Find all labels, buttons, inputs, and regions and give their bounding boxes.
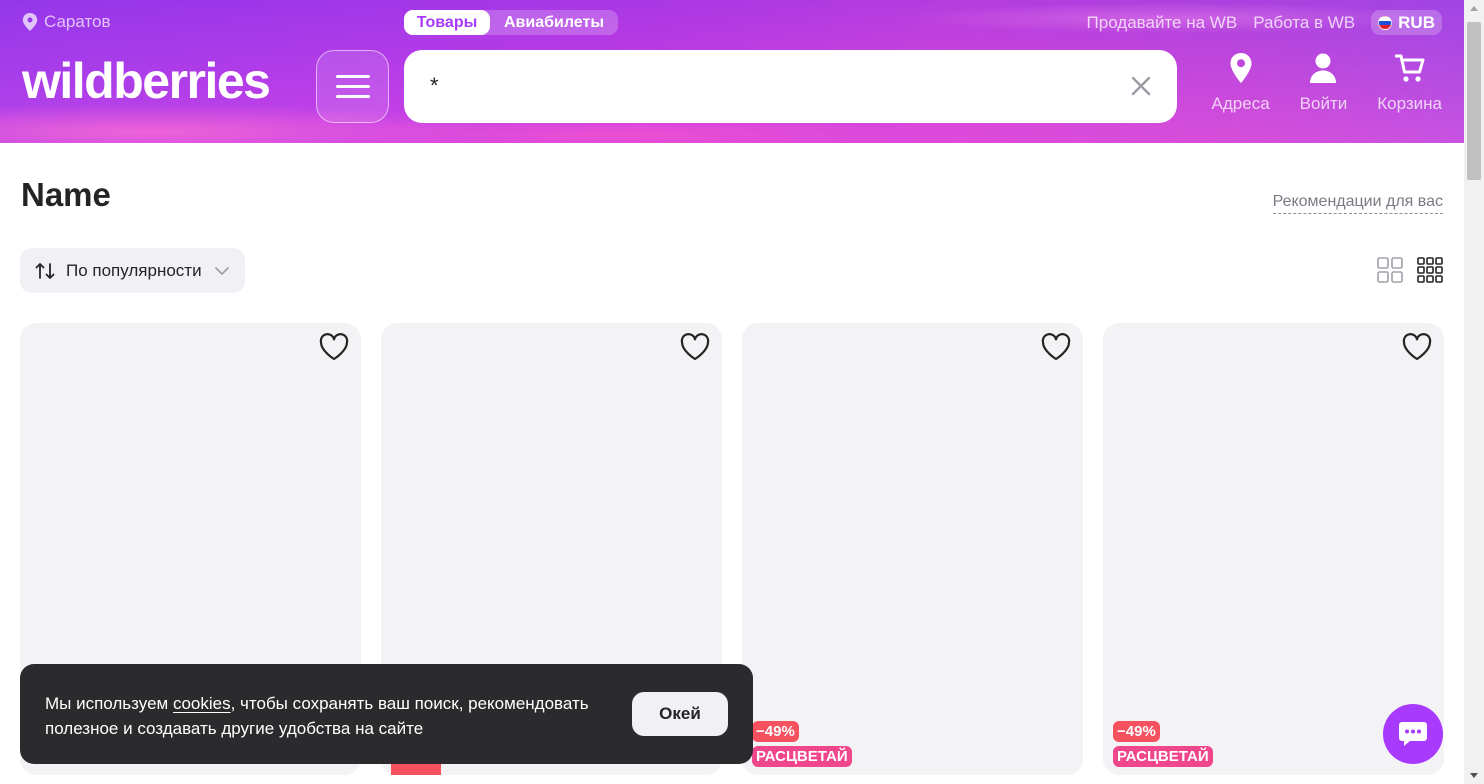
catalog-type-switch: Товары Авиабилеты: [404, 10, 618, 35]
addresses-label: Адреса: [1211, 94, 1270, 113]
wildberries-logo[interactable]: wildberries: [22, 56, 271, 106]
scroll-down-arrow-icon[interactable]: [1470, 773, 1478, 778]
site-header: Саратов Товары Авиабилеты Продавайте на …: [0, 0, 1464, 143]
sort-dropdown[interactable]: По популярности: [20, 248, 245, 293]
chevron-down-icon: [214, 266, 229, 275]
scroll-up-arrow-icon[interactable]: [1470, 6, 1478, 11]
search-input[interactable]: [430, 70, 1110, 102]
recommendations-link[interactable]: Рекомендации для вас: [1272, 193, 1443, 214]
card-badges: −49% РАСЦВЕТАЙ: [752, 721, 852, 767]
promo-badge: РАСЦВЕТАЙ: [752, 746, 852, 767]
sell-on-wb-link[interactable]: Продавайте на WB: [1087, 13, 1238, 33]
catalog-menu-button[interactable]: [316, 50, 389, 123]
heart-icon[interactable]: [680, 333, 710, 361]
russia-flag-icon: [1378, 15, 1393, 30]
page-scrollbar[interactable]: [1464, 0, 1484, 784]
heart-icon[interactable]: [1402, 333, 1432, 361]
cookie-accept-button[interactable]: Окей: [632, 692, 728, 736]
cookie-text-before: Мы используем: [45, 694, 173, 713]
view-mode-toggle: [1377, 257, 1443, 283]
card-badges: −49% РАСЦВЕТАЙ: [1113, 721, 1213, 767]
clear-search-icon[interactable]: [1129, 74, 1153, 98]
cookie-banner: Мы используем cookies, чтобы сохранять в…: [20, 664, 753, 764]
location-pin-icon: [22, 13, 38, 31]
header-top-links: Продавайте на WB Работа в WB RUB: [1087, 10, 1442, 35]
discount-badge: −49%: [1113, 721, 1160, 742]
cart-button[interactable]: Корзина: [1377, 52, 1442, 114]
product-card[interactable]: −49% РАСЦВЕТАЙ: [1103, 323, 1444, 775]
product-card[interactable]: −49% РАСЦВЕТАЙ: [742, 323, 1083, 775]
search-bar: [404, 50, 1177, 123]
cart-icon: [1394, 54, 1425, 82]
scrollbar-thumb[interactable]: [1467, 22, 1481, 180]
city-selector[interactable]: Саратов: [22, 12, 111, 32]
header-actions: Адреса Войти Корзина: [1212, 52, 1442, 114]
discount-badge: −49%: [752, 721, 799, 742]
currency-selector[interactable]: RUB: [1371, 10, 1442, 35]
burger-icon: [335, 72, 370, 102]
grid-9-icon[interactable]: [1417, 257, 1443, 283]
heart-icon[interactable]: [1041, 333, 1071, 361]
cookies-link[interactable]: cookies: [173, 694, 231, 713]
cookie-text: Мы используем cookies, чтобы сохранять в…: [45, 691, 625, 741]
pin-icon: [1230, 53, 1252, 83]
tab-air-tickets[interactable]: Авиабилеты: [490, 10, 618, 35]
header-top-bar: Саратов Товары Авиабилеты Продавайте на …: [0, 8, 1464, 36]
chat-button[interactable]: [1383, 704, 1443, 764]
tab-goods[interactable]: Товары: [404, 10, 490, 35]
cart-label: Корзина: [1377, 94, 1442, 113]
addresses-button[interactable]: Адреса: [1212, 52, 1270, 114]
sort-arrows-icon: [35, 262, 55, 279]
city-label: Саратов: [44, 12, 111, 31]
promo-badge: РАСЦВЕТАЙ: [1113, 746, 1213, 767]
page-title: Name: [21, 176, 111, 213]
page: Саратов Товары Авиабилеты Продавайте на …: [0, 0, 1484, 784]
user-icon: [1310, 53, 1337, 83]
sort-label: По популярности: [66, 260, 202, 280]
currency-label: RUB: [1398, 12, 1435, 32]
grid-4-icon[interactable]: [1377, 257, 1403, 283]
work-at-wb-link[interactable]: Работа в WB: [1253, 13, 1355, 33]
chat-icon: [1399, 722, 1427, 746]
login-label: Войти: [1299, 94, 1348, 113]
heart-icon[interactable]: [319, 333, 349, 361]
login-button[interactable]: Войти: [1299, 52, 1348, 114]
